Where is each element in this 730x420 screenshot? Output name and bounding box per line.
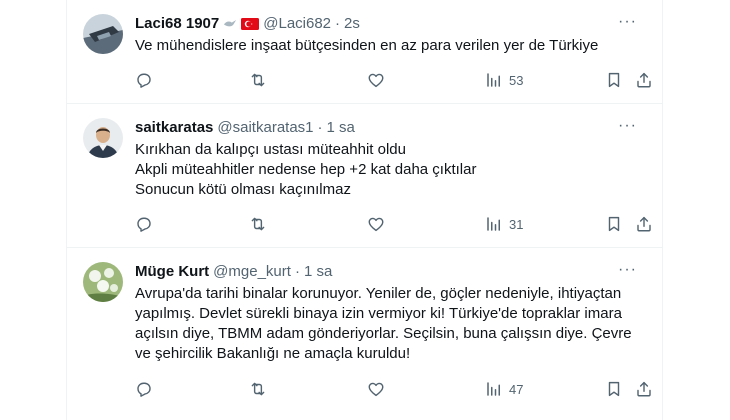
tweet-text-line: ve şehircilik Bakanlığı ne amaçla kuruld…: [135, 345, 411, 362]
tweet-text: Kırıkhan da kalıpçı ustası müteahhit old…: [135, 140, 645, 200]
bookmark-icon: [608, 216, 620, 232]
view-count: 53: [509, 72, 524, 88]
action-bar: 31: [135, 214, 651, 234]
share-button[interactable]: [635, 70, 653, 90]
more-options-icon[interactable]: ···: [618, 261, 637, 279]
views-button[interactable]: 31: [485, 214, 523, 234]
timestamp[interactable]: 1 sa: [304, 263, 332, 280]
share-icon: [637, 72, 651, 88]
retweet-button[interactable]: [249, 379, 267, 399]
action-bar: 53: [135, 70, 651, 90]
timeline-feed: Laci68 1907 @Laci682 · 2s ··· Ve mühendi…: [66, 0, 663, 420]
bookmark-button[interactable]: [605, 70, 623, 90]
heart-icon: [368, 382, 384, 397]
reply-icon: [137, 217, 151, 232]
like-button[interactable]: [367, 379, 385, 399]
timestamp[interactable]: 2s: [344, 15, 360, 32]
more-options-icon[interactable]: ···: [618, 117, 637, 135]
tweet-text-line: Akpli müteahhitler nedense hep +2 kat da…: [135, 161, 477, 178]
bookmark-button[interactable]: [605, 379, 623, 399]
reply-icon: [137, 73, 151, 88]
user-handle[interactable]: @Laci682: [263, 15, 331, 32]
tweet-header: Laci68 1907 @Laci682 · 2s ···: [135, 13, 651, 33]
action-bar: 47: [135, 379, 651, 399]
display-name[interactable]: Laci68 1907: [135, 15, 219, 32]
heart-icon: [368, 73, 384, 88]
views-chart-icon: [487, 382, 500, 396]
display-name[interactable]: Müge Kurt: [135, 263, 209, 280]
tweet-text-line: Avrupa'da tarihi binalar korunuyor. Yeni…: [135, 285, 622, 302]
bookmark-icon: [608, 72, 620, 88]
retweet-icon: [251, 382, 265, 396]
user-handle[interactable]: @saitkaratas1: [217, 119, 313, 136]
views-chart-icon: [487, 217, 500, 231]
heart-icon: [368, 217, 384, 232]
tweet-header: Müge Kurt @mge_kurt · 1 sa ···: [135, 261, 651, 281]
avatar[interactable]: [83, 262, 123, 302]
tweet-header: saitkaratas @saitkaratas1 · 1 sa ···: [135, 117, 651, 137]
like-button[interactable]: [367, 214, 385, 234]
share-icon: [637, 381, 651, 397]
reply-button[interactable]: [135, 70, 153, 90]
tweet-text: Avrupa'da tarihi binalar korunuyor. Yeni…: [135, 284, 645, 364]
share-button[interactable]: [635, 379, 653, 399]
tweet-text-line: Kırıkhan da kalıpçı ustası müteahhit old…: [135, 141, 406, 158]
avatar[interactable]: [83, 118, 123, 158]
share-button[interactable]: [635, 214, 653, 234]
like-button[interactable]: [367, 70, 385, 90]
tweet-text-line: Sonucun kötü olması kaçınılmaz: [135, 181, 351, 198]
share-icon: [637, 216, 651, 232]
tweet-text-line: yapılmış. Devlet sürekli binaya izin ver…: [135, 305, 622, 322]
timestamp[interactable]: 1 sa: [327, 119, 355, 136]
separator-dot: ·: [294, 262, 300, 280]
tweet-text-line: açılsın diye, TBMM adam gönderiyorlar. S…: [135, 325, 632, 342]
retweet-button[interactable]: [249, 214, 267, 234]
tweet-card[interactable]: saitkaratas @saitkaratas1 · 1 sa ··· Kır…: [67, 104, 663, 248]
avatar[interactable]: [83, 14, 123, 54]
turkey-flag-icon: [241, 17, 260, 30]
display-name[interactable]: saitkaratas: [135, 119, 213, 136]
bookmark-button[interactable]: [605, 214, 623, 234]
separator-dot: ·: [335, 14, 341, 32]
retweet-icon: [251, 217, 265, 231]
retweet-button[interactable]: [249, 70, 267, 90]
user-handle[interactable]: @mge_kurt: [213, 263, 291, 280]
reply-button[interactable]: [135, 214, 153, 234]
reply-button[interactable]: [135, 379, 153, 399]
views-button[interactable]: 47: [485, 379, 523, 399]
view-count: 47: [509, 381, 524, 397]
bird-icon: [223, 18, 237, 29]
tweet-card[interactable]: Müge Kurt @mge_kurt · 1 sa ··· Avrupa'da…: [67, 248, 663, 420]
separator-dot: ·: [317, 118, 323, 136]
views-button[interactable]: 53: [485, 70, 523, 90]
views-chart-icon: [487, 73, 500, 87]
tweet-card[interactable]: Laci68 1907 @Laci682 · 2s ··· Ve mühendi…: [67, 0, 663, 104]
reply-icon: [137, 382, 151, 397]
more-options-icon[interactable]: ···: [618, 13, 637, 31]
tweet-text-line: Ve mühendislere inşaat bütçesinden en az…: [135, 37, 599, 54]
bookmark-icon: [608, 381, 620, 397]
retweet-icon: [251, 73, 265, 87]
tweet-text: Ve mühendislere inşaat bütçesinden en az…: [135, 36, 645, 56]
view-count: 31: [509, 216, 524, 232]
